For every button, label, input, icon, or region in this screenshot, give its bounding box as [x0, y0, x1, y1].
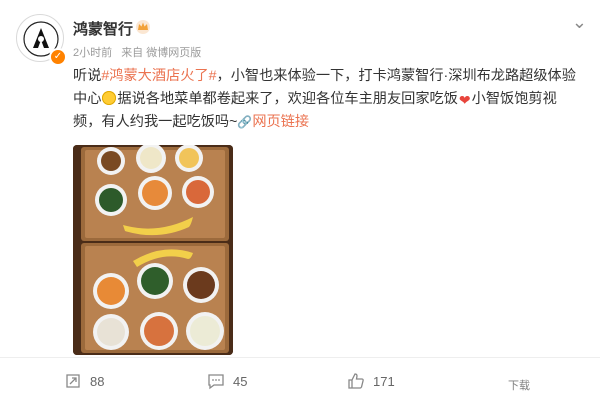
more-icon[interactable]: ⌄ [572, 12, 587, 33]
weibo-post-card: ✓ 鸿蒙智行 ⌄ 2小时前 来自 微博网页版 听说#鸿蒙大酒店火了#，小智也来体… [0, 0, 600, 402]
like-button[interactable]: 171 [347, 372, 395, 390]
repost-count: 88 [90, 373, 105, 389]
comment-count: 45 [233, 373, 248, 389]
post-photo[interactable] [73, 145, 233, 355]
text-segment: 小智饭饱剪视 [471, 90, 557, 107]
hashtag-link[interactable]: #鸿蒙大酒店火了# [101, 68, 216, 84]
text-segment: ，小智也来体验一下，打卡鸿蒙智行·深圳布龙路超级体验 [216, 68, 576, 84]
post-time[interactable]: 2小时前 [73, 47, 112, 59]
post-meta: 2小时前 来自 微博网页版 [73, 44, 207, 60]
post-text: 听说#鸿蒙大酒店火了#，小智也来体验一下，打卡鸿蒙智行·深圳布龙路超级体验 中心… [73, 65, 583, 134]
author-name[interactable]: 鸿蒙智行 [73, 18, 133, 39]
food-trays-image [73, 145, 233, 355]
text-segment: 频，有人约我一起吃饭吗~ [73, 114, 238, 130]
comment-button[interactable]: 45 [207, 372, 247, 390]
heart-emoji-icon: ❤ [458, 91, 471, 108]
web-link[interactable]: 网页链接 [252, 114, 309, 130]
like-count: 171 [373, 373, 395, 389]
post-source: 来自 微博网页版 [121, 47, 202, 59]
text-segment: 中心 [73, 90, 102, 107]
link-icon: 🔗 [237, 115, 253, 129]
comment-icon [208, 374, 224, 390]
verified-icon: ✓ [49, 48, 67, 66]
like-icon [348, 373, 364, 389]
text-segment: 据说各地菜单都卷起来了，欢迎各位车主朋友回家吃饭 [117, 90, 458, 107]
download-link[interactable]: 下载 [508, 377, 530, 393]
text-segment: 听说 [73, 68, 102, 84]
repost-button[interactable]: 88 [64, 372, 104, 390]
crown-icon[interactable] [134, 17, 152, 35]
repost-icon [66, 374, 80, 388]
smile-emoji-icon [102, 90, 117, 105]
action-bar: 88 45 171 下载 [0, 357, 600, 403]
